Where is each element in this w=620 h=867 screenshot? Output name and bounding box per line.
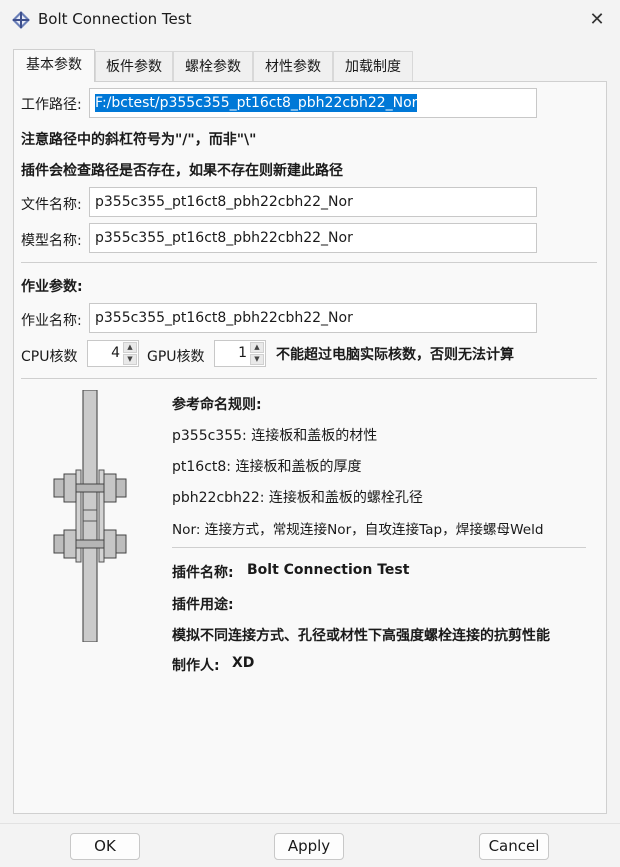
- bolt-connection-diagram: [50, 389, 130, 643]
- cpu-cores-value: 4: [111, 345, 120, 361]
- chevron-down-icon[interactable]: ▼: [250, 354, 264, 365]
- author-value: XD: [232, 655, 255, 671]
- separator: [21, 262, 597, 263]
- path-note-slash: 注意路径中的斜杠符号为"/"，而非"\": [21, 132, 257, 148]
- ok-button[interactable]: OK: [70, 833, 140, 860]
- separator: [0, 823, 620, 824]
- plugin-purpose-value: 模拟不同连接方式、孔径或材性下高强度螺栓连接的抗剪性能: [172, 628, 550, 644]
- plugin-name-label: 插件名称:: [172, 565, 234, 581]
- model-name-input[interactable]: p355c355_pt16ct8_pbh22cbh22_Nor: [89, 223, 537, 253]
- cancel-button[interactable]: Cancel: [479, 833, 549, 860]
- job-name-label: 作业名称:: [21, 313, 82, 329]
- app-diamond-icon: [11, 10, 31, 30]
- close-icon[interactable]: ✕: [583, 8, 611, 32]
- cores-warning: 不能超过电脑实际核数，否则无法计算: [276, 347, 514, 363]
- plugin-name-value: Bolt Connection Test: [247, 562, 410, 578]
- tab-bolt-params[interactable]: 螺栓参数: [173, 51, 253, 81]
- job-params-heading: 作业参数:: [21, 279, 83, 295]
- separator: [172, 547, 586, 548]
- chevron-down-icon[interactable]: ▼: [123, 354, 137, 365]
- naming-rule: pbh22cbh22: 连接板和盖板的螺栓孔径: [172, 490, 423, 506]
- file-name-label: 文件名称:: [21, 197, 82, 213]
- file-name-input[interactable]: p355c355_pt16ct8_pbh22cbh22_Nor: [89, 187, 537, 217]
- chevron-up-icon[interactable]: ▲: [123, 342, 137, 353]
- path-label: 工作路径:: [21, 97, 82, 113]
- job-name-input[interactable]: p355c355_pt16ct8_pbh22cbh22_Nor: [89, 303, 537, 333]
- separator: [21, 378, 597, 379]
- author-label: 制作人:: [172, 658, 220, 674]
- tab-loading-protocol[interactable]: 加载制度: [333, 51, 413, 81]
- gpu-cores-spinbox[interactable]: 1 ▲ ▼: [214, 340, 266, 367]
- naming-rule: p355c355: 连接板和盖板的材性: [172, 428, 378, 444]
- tab-plate-params[interactable]: 板件参数: [95, 51, 173, 81]
- model-name-label: 模型名称:: [21, 233, 82, 249]
- path-value: F:/bctest/p355c355_pt16ct8_pbh22cbh22_No…: [95, 94, 418, 112]
- naming-rule: pt16ct8: 连接板和盖板的厚度: [172, 459, 362, 475]
- apply-button[interactable]: Apply: [274, 833, 344, 860]
- naming-rule: Nor: 连接方式，常规连接Nor，自攻连接Tap，焊接螺母Weld: [172, 522, 544, 538]
- cpu-cores-spinbox[interactable]: 4 ▲ ▼: [87, 340, 139, 367]
- cpu-cores-label: CPU核数: [21, 349, 78, 365]
- tab-basic-params[interactable]: 基本参数: [13, 49, 95, 82]
- path-note-create: 插件会检查路径是否存在，如果不存在则新建此路径: [21, 163, 343, 179]
- chevron-up-icon[interactable]: ▲: [250, 342, 264, 353]
- gpu-cores-label: GPU核数: [147, 349, 205, 365]
- plugin-purpose-label: 插件用途:: [172, 597, 234, 613]
- path-input[interactable]: F:/bctest/p355c355_pt16ct8_pbh22cbh22_No…: [89, 88, 537, 118]
- tab-material-params[interactable]: 材性参数: [253, 51, 333, 81]
- window-title: Bolt Connection Test: [38, 10, 192, 28]
- gpu-cores-value: 1: [238, 345, 247, 361]
- naming-rules-heading: 参考命名规则:: [172, 397, 262, 413]
